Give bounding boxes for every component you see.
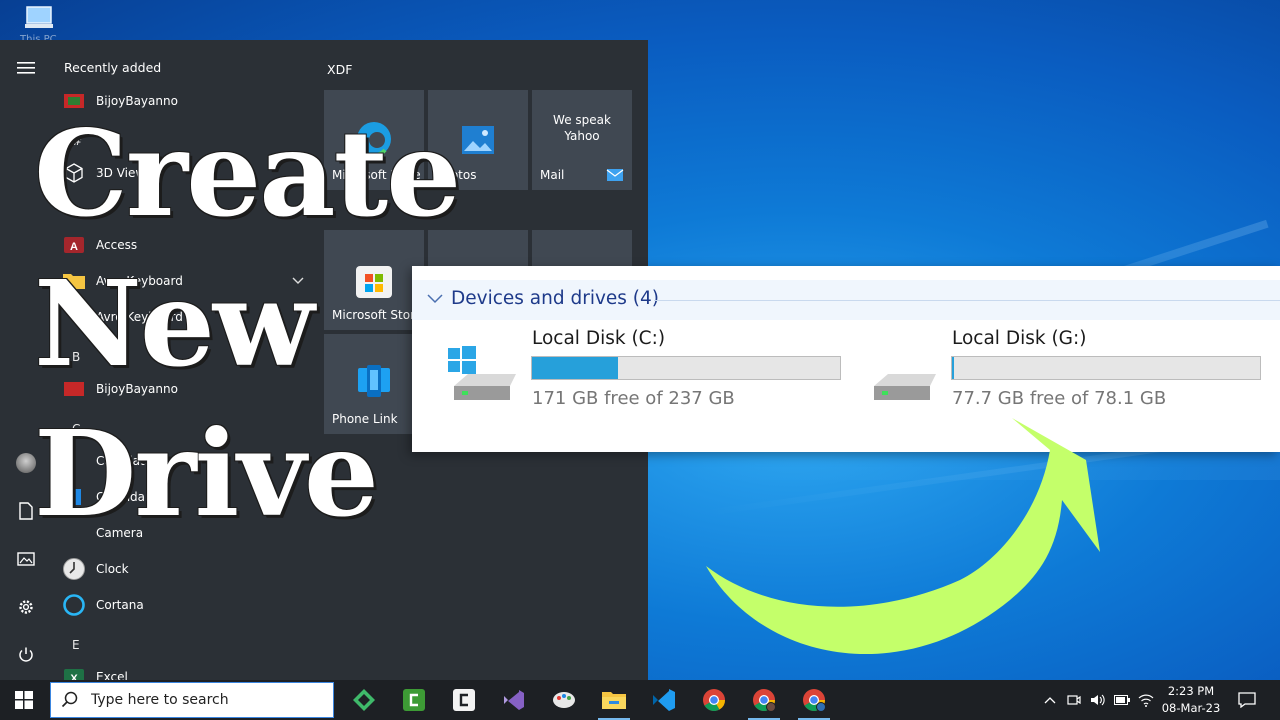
drive-usage-fill bbox=[532, 357, 619, 379]
recently-added-header: Recently added bbox=[64, 60, 162, 75]
taskbar: 2:23 PM 08-Mar-23 bbox=[0, 680, 1280, 720]
title-line-create: Create bbox=[34, 104, 461, 243]
phone-link-icon bbox=[358, 365, 390, 397]
app-item-clock[interactable]: Clock bbox=[62, 554, 312, 584]
taskbar-app-chrome-profile-2[interactable] bbox=[790, 680, 838, 720]
tile-microsoft-store[interactable]: Microsoft Store bbox=[324, 230, 424, 330]
chevron-up-icon bbox=[1044, 697, 1056, 704]
notification-icon bbox=[1238, 692, 1256, 708]
tile-group-name[interactable]: XDF bbox=[327, 62, 352, 77]
paint-icon bbox=[553, 692, 575, 708]
drive-usage-fill bbox=[952, 357, 954, 379]
volume-button[interactable] bbox=[1088, 680, 1108, 720]
tile-mail[interactable]: We speak Yahoo Mail bbox=[532, 90, 632, 190]
search-icon bbox=[61, 691, 78, 708]
group-divider bbox=[654, 300, 1280, 301]
this-pc-desktop-icon[interactable]: This PC bbox=[20, 4, 58, 45]
document-icon bbox=[19, 502, 33, 520]
drive-local-disk-c[interactable]: Local Disk (C:) 171 GB free of 237 GB bbox=[446, 328, 841, 418]
chevron-down-icon[interactable] bbox=[427, 294, 443, 304]
battery-icon bbox=[1114, 695, 1130, 705]
picture-icon bbox=[17, 552, 35, 566]
power-icon bbox=[19, 647, 33, 662]
hamburger-icon bbox=[17, 62, 35, 74]
battery-button[interactable] bbox=[1112, 680, 1132, 720]
expand-menu-button[interactable] bbox=[10, 52, 42, 84]
drive-name: Local Disk (G:) bbox=[952, 328, 1087, 349]
title-line-new: New bbox=[34, 254, 315, 393]
clock-icon bbox=[62, 557, 86, 581]
taskbar-app-visual-studio[interactable] bbox=[490, 680, 538, 720]
chrome-profile-2-icon bbox=[803, 689, 826, 712]
taskbar-app-vscode[interactable] bbox=[640, 680, 688, 720]
tile-placeholder[interactable] bbox=[532, 230, 632, 266]
avatar bbox=[16, 453, 36, 473]
tile-label: Microsoft Store bbox=[332, 308, 423, 322]
drive-free-space: 77.7 GB free of 78.1 GB bbox=[952, 388, 1167, 409]
start-button[interactable] bbox=[0, 680, 48, 720]
cortana-icon bbox=[62, 593, 86, 617]
vscode-icon bbox=[653, 689, 675, 711]
devices-group-title: Devices and drives (4) bbox=[451, 288, 660, 309]
taskbar-app-paint[interactable] bbox=[540, 680, 588, 720]
speaker-icon bbox=[1091, 694, 1105, 706]
drive-name: Local Disk (C:) bbox=[532, 328, 666, 349]
windows-drive-icon bbox=[448, 346, 516, 400]
store-icon bbox=[356, 266, 392, 298]
drive-free-space: 171 GB free of 237 GB bbox=[532, 388, 735, 409]
search-input[interactable] bbox=[89, 691, 323, 709]
camera-icon bbox=[1067, 695, 1081, 705]
notifications-button[interactable] bbox=[1232, 680, 1262, 720]
camtasia-icon bbox=[403, 689, 425, 711]
wifi-icon bbox=[1138, 694, 1154, 707]
network-button[interactable] bbox=[1136, 680, 1156, 720]
taskbar-app-file-explorer[interactable] bbox=[590, 680, 638, 720]
chrome-profile-icon bbox=[753, 689, 776, 712]
tile-headline: We speak Yahoo bbox=[553, 113, 611, 143]
taskbar-search[interactable] bbox=[50, 682, 334, 718]
taskbar-app-camtasia[interactable] bbox=[390, 680, 438, 720]
drive-icon bbox=[874, 374, 936, 400]
drive-usage-bar bbox=[531, 356, 841, 380]
taskbar-app-camtasia-recorder[interactable] bbox=[440, 680, 488, 720]
gear-icon bbox=[19, 600, 33, 614]
app-item-label: Clock bbox=[96, 562, 129, 576]
photos-icon bbox=[462, 126, 494, 154]
taskbar-app-gitkraken[interactable] bbox=[340, 680, 388, 720]
settings-button[interactable] bbox=[10, 591, 42, 623]
tile-label: Mail bbox=[540, 168, 565, 182]
computer-icon bbox=[25, 6, 53, 28]
title-line-drive: Drive bbox=[34, 404, 379, 543]
gitkraken-icon bbox=[353, 689, 375, 711]
taskbar-clock[interactable]: 2:23 PM 08-Mar-23 bbox=[1158, 683, 1224, 717]
visual-studio-icon bbox=[504, 690, 524, 710]
file-explorer-icon bbox=[602, 692, 626, 709]
power-button[interactable] bbox=[10, 639, 42, 671]
chrome-icon bbox=[703, 689, 725, 711]
app-item-cortana[interactable]: Cortana bbox=[62, 590, 312, 620]
drive-local-disk-g[interactable]: Local Disk (G:) 77.7 GB free of 78.1 GB bbox=[866, 328, 1261, 418]
taskbar-app-chrome[interactable] bbox=[690, 680, 738, 720]
devices-and-drives-panel: Devices and drives (4) Local Disk (C:) 1… bbox=[412, 266, 1280, 452]
drive-usage-bar bbox=[951, 356, 1261, 380]
taskbar-app-chrome-profile[interactable] bbox=[740, 680, 788, 720]
windows-logo-icon bbox=[15, 691, 33, 709]
camtasia-rec-icon bbox=[453, 689, 475, 711]
clock-date: 08-Mar-23 bbox=[1161, 701, 1221, 715]
show-hidden-icons-button[interactable] bbox=[1040, 680, 1060, 720]
clock-time: 2:23 PM bbox=[1167, 684, 1215, 698]
meet-now-button[interactable] bbox=[1064, 680, 1084, 720]
section-letter[interactable]: E bbox=[72, 638, 80, 652]
pictures-button[interactable] bbox=[10, 543, 42, 575]
mail-icon bbox=[606, 169, 624, 181]
app-item-label: Cortana bbox=[96, 598, 144, 612]
